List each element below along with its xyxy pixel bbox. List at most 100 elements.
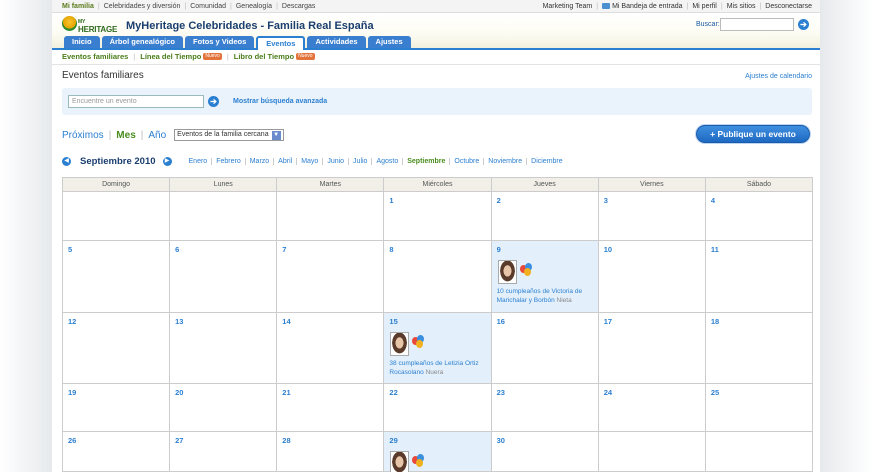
tab-fotos-videos[interactable]: Fotos y Videos (185, 36, 255, 48)
prev-month-icon[interactable]: ◀ (62, 156, 71, 166)
person-photo[interactable] (497, 260, 517, 284)
day-number[interactable]: 4 (711, 196, 715, 205)
calendar-day-24[interactable]: 24 (597, 383, 706, 432)
day-number[interactable]: 13 (175, 317, 183, 326)
inbox-link[interactable]: Mi Bandeja de entrada (612, 3, 682, 10)
calendar-day-22[interactable]: 22 (383, 383, 492, 432)
calendar-day-11[interactable]: 11 (704, 240, 814, 313)
day-number[interactable]: 20 (175, 388, 183, 397)
month-link-abril[interactable]: Abril (273, 157, 296, 165)
profile-link[interactable]: Mi perfil (692, 3, 717, 10)
day-number[interactable]: 8 (389, 245, 393, 254)
event-search-input[interactable]: Encuentre un evento (68, 95, 204, 108)
month-link-diciembre[interactable]: Diciembre (526, 157, 567, 165)
my-sites-link[interactable]: Mis sitios (727, 3, 756, 10)
calendar-day-23[interactable]: 23 (490, 383, 599, 432)
calendar-day-20[interactable]: 20 (169, 383, 278, 432)
day-number[interactable]: 1 (389, 196, 393, 205)
event-link[interactable]: 10 cumpleaños de Victoria de Marichalar … (497, 288, 595, 305)
calendar-day-12[interactable]: 12 (61, 312, 171, 384)
logout-link[interactable]: Desconectarse (765, 3, 812, 10)
calendar-day-27[interactable]: 27 (169, 431, 278, 472)
calendar-day-5[interactable]: 5 (61, 240, 171, 313)
calendar-day-1[interactable]: 1 (383, 191, 492, 241)
calendar-day-16[interactable]: 16 (490, 312, 599, 384)
top-link-comunidad[interactable]: Comunidad (190, 3, 226, 10)
view-mes[interactable]: Mes (116, 130, 135, 141)
month-link-enero[interactable]: Enero (185, 158, 212, 165)
day-number[interactable]: 5 (68, 245, 72, 254)
calendar-day-14[interactable]: 14 (276, 312, 385, 384)
day-number[interactable]: 24 (604, 388, 612, 397)
event-link[interactable]: 38 cumpleaños de Letizia Ortiz Rocasolan… (389, 360, 487, 377)
month-link-marzo[interactable]: Marzo (244, 157, 273, 165)
person-photo[interactable] (390, 332, 410, 356)
myheritage-logo[interactable]: MY HERITAGE (60, 16, 118, 34)
month-link-agosto[interactable]: Agosto (371, 157, 402, 165)
day-number[interactable]: 19 (68, 388, 76, 397)
calendar-day-8[interactable]: 8 (383, 240, 492, 313)
tab-arbol-genealogico[interactable]: Árbol genealógico (101, 36, 184, 48)
top-link-celebridades[interactable]: Celebridades y diversión (104, 3, 181, 10)
publish-event-button[interactable]: + Publique un evento (696, 125, 810, 143)
calendar-day-3[interactable]: 3 (597, 191, 706, 241)
calendar-day-19[interactable]: 19 (61, 383, 171, 432)
advanced-search-link[interactable]: Mostrar búsqueda avanzada (233, 98, 327, 105)
next-month-icon[interactable]: ▶ (162, 156, 172, 166)
calendar-day-17[interactable]: 17 (597, 312, 706, 384)
month-link-mayo[interactable]: Mayo (296, 157, 322, 165)
month-link-septiembre[interactable]: Septiembre (402, 157, 449, 165)
month-link-noviembre[interactable]: Noviembre (483, 157, 526, 165)
day-number[interactable]: 11 (711, 245, 719, 254)
calendar-day-29[interactable]: 29 (383, 431, 492, 472)
day-number[interactable]: 26 (68, 436, 76, 445)
calendar-day-7[interactable]: 7 (276, 240, 385, 313)
day-number[interactable]: 15 (389, 317, 397, 326)
calendar-day-2[interactable]: 2 (490, 191, 599, 241)
calendar-day-9[interactable]: 9 10 cumpleaños de Victoria de Marichalar… (490, 240, 599, 313)
month-link-febrero[interactable]: Febrero (211, 157, 245, 165)
day-number[interactable]: 18 (711, 317, 719, 326)
calendar-settings-link[interactable]: Ajustes de calendario (745, 73, 812, 80)
subnav-libro-del-tiempo[interactable]: Libro del Tiempo (234, 52, 294, 61)
day-number[interactable]: 2 (497, 196, 501, 205)
subnav-eventos-familiares[interactable]: Eventos familiares (62, 52, 128, 61)
view-ano[interactable]: Año (148, 130, 166, 141)
day-number[interactable]: 7 (282, 245, 286, 254)
top-link-mi-familia[interactable]: Mi familia (62, 3, 94, 10)
calendar-day-30[interactable]: 30 (490, 431, 599, 472)
calendar-day-18[interactable]: 18 (704, 312, 814, 384)
event-filter-select[interactable]: Eventos de la familia cercana ▼ (174, 129, 284, 141)
month-link-octubre[interactable]: Octubre (449, 157, 483, 165)
day-number[interactable]: 12 (68, 317, 76, 326)
day-number[interactable]: 28 (282, 436, 290, 445)
calendar-day-25[interactable]: 25 (704, 383, 814, 432)
day-number[interactable]: 10 (604, 245, 612, 254)
day-number[interactable]: 14 (282, 317, 290, 326)
calendar-day-28[interactable]: 28 (276, 431, 385, 472)
tab-actividades[interactable]: Actividades (307, 36, 366, 48)
calendar-day-21[interactable]: 21 (276, 383, 385, 432)
calendar-day-13[interactable]: 13 (169, 312, 278, 384)
view-proximos[interactable]: Próximos (62, 130, 104, 141)
day-number[interactable]: 23 (497, 388, 505, 397)
month-link-junio[interactable]: Junio (322, 157, 348, 165)
day-number[interactable]: 9 (497, 245, 501, 254)
calendar-day-10[interactable]: 10 (597, 240, 706, 313)
top-link-descargas[interactable]: Descargas (282, 3, 315, 10)
site-search-go-icon[interactable]: ➔ (798, 19, 809, 30)
calendar-day-15[interactable]: 15 38 cumpleaños de Letizia Ortiz Rocasol… (383, 312, 492, 384)
event-search-go-icon[interactable]: ➔ (208, 96, 219, 107)
day-number[interactable]: 21 (282, 388, 290, 397)
month-link-julio[interactable]: Julio (348, 157, 371, 165)
day-number[interactable]: 6 (175, 245, 179, 254)
day-number[interactable]: 16 (497, 317, 505, 326)
day-number[interactable]: 22 (389, 388, 397, 397)
calendar-day-6[interactable]: 6 (169, 240, 278, 313)
tab-inicio[interactable]: Inicio (64, 36, 100, 48)
site-search-input[interactable] (720, 18, 794, 31)
day-number[interactable]: 3 (604, 196, 608, 205)
day-number[interactable]: 29 (389, 436, 397, 445)
person-photo[interactable] (390, 451, 410, 472)
day-number[interactable]: 30 (497, 436, 505, 445)
